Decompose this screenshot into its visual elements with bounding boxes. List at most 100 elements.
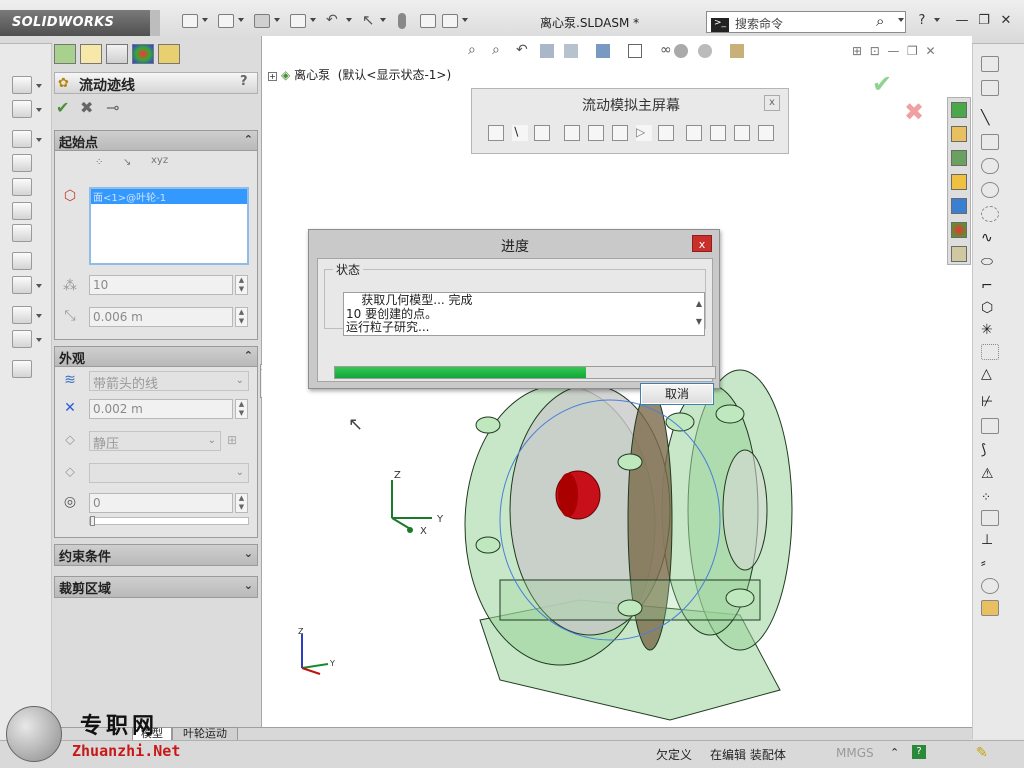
constraints-group[interactable]: 约束条件 ⌄ xyxy=(54,544,258,566)
file-properties-icon[interactable] xyxy=(420,14,436,28)
chevron-up-icon[interactable]: ⌃ xyxy=(890,746,899,759)
show-hidden-icon[interactable] xyxy=(12,202,32,220)
display-style-icon[interactable] xyxy=(628,44,642,58)
text-icon[interactable]: △ xyxy=(981,366,999,382)
chevron-down-icon[interactable] xyxy=(238,18,244,22)
goals-icon[interactable] xyxy=(710,125,726,141)
help-icon[interactable]: ? xyxy=(240,74,256,90)
chevron-down-icon[interactable] xyxy=(36,108,42,112)
distance-spinner[interactable]: ▲ ▼ xyxy=(235,307,248,327)
check-geometry-icon[interactable] xyxy=(734,125,750,141)
hide-show-items-icon[interactable]: ∞ xyxy=(660,42,672,58)
number-of-points-field[interactable]: 10 xyxy=(89,275,233,295)
slot-icon[interactable] xyxy=(981,158,999,174)
load-results-icon[interactable] xyxy=(686,125,702,141)
units-selector[interactable]: MMGS xyxy=(836,746,874,760)
scenes-tab-icon[interactable] xyxy=(951,222,967,238)
move-entities-icon[interactable] xyxy=(981,510,999,526)
exploded-view-icon[interactable] xyxy=(12,306,32,324)
collapse-chevron-icon[interactable]: ⌃ xyxy=(244,133,253,146)
transparency-slider[interactable] xyxy=(89,516,249,526)
menu-expander[interactable] xyxy=(150,10,160,36)
distance-field[interactable]: 0.006 m xyxy=(89,307,233,327)
view-split-icon[interactable]: ⊡ xyxy=(870,44,880,58)
solidworks-logo[interactable]: SOLIDWORKS xyxy=(0,10,150,36)
display-relations-icon[interactable]: ⊥ xyxy=(981,532,999,548)
run-icon[interactable]: ▷ xyxy=(636,125,652,141)
custom-properties-tab-icon[interactable] xyxy=(951,246,967,262)
circle-icon[interactable] xyxy=(981,182,999,198)
cancel-x-icon[interactable]: ✖ xyxy=(80,98,93,117)
chevron-down-icon[interactable] xyxy=(380,18,386,22)
general-settings-icon[interactable] xyxy=(564,125,580,141)
mirror-icon[interactable]: ⚠ xyxy=(981,466,999,482)
chevron-down-icon[interactable] xyxy=(36,84,42,88)
linear-sketch-pattern-icon[interactable]: ⁘ xyxy=(981,490,999,506)
rectangle-icon[interactable] xyxy=(981,134,999,150)
chevron-down-icon[interactable] xyxy=(346,18,352,22)
previous-view-icon[interactable]: ↶ xyxy=(516,42,528,58)
chevron-down-icon[interactable] xyxy=(934,18,940,22)
minimize-window-button[interactable]: — xyxy=(954,13,970,29)
view-palette-tab-icon[interactable] xyxy=(951,174,967,190)
save-icon[interactable] xyxy=(254,14,270,28)
flyout-feature-tree[interactable]: + ◈ 离心泵 (默认<显示状态-1>) xyxy=(268,66,451,83)
computational-domain-icon[interactable] xyxy=(588,125,604,141)
point-icon[interactable]: ✳ xyxy=(981,322,999,338)
chevron-down-icon[interactable] xyxy=(36,314,42,318)
open-folder-icon[interactable] xyxy=(218,14,234,28)
configuration-manager-tab[interactable] xyxy=(106,44,128,64)
status-log[interactable]: 获取几何模型... 完成 10 要创建的点。 运行粒子研究... ▲ ▼ xyxy=(343,292,705,336)
sketch-icon[interactable] xyxy=(981,56,999,72)
linear-pattern-icon[interactable] xyxy=(12,276,32,294)
start-points-header[interactable]: 起始点 xyxy=(55,131,257,151)
close-view-icon[interactable]: ✕ xyxy=(925,44,935,58)
parameter-settings-icon[interactable]: ⊞ xyxy=(227,433,237,447)
zoom-to-area-icon[interactable]: ⌕ xyxy=(492,42,500,58)
clipping-group[interactable]: 裁剪区域 ⌄ xyxy=(54,576,258,598)
rapid-sketch-icon[interactable] xyxy=(981,600,999,616)
resources-tab-icon[interactable] xyxy=(951,102,967,118)
chevron-down-icon[interactable] xyxy=(202,18,208,22)
options-icon[interactable] xyxy=(442,14,458,28)
ellipse-icon[interactable]: ⬭ xyxy=(981,254,999,270)
tag-icon[interactable]: ✎ xyxy=(976,745,988,761)
width-spinner[interactable]: ▲ ▼ xyxy=(235,399,248,419)
display-manager-tab[interactable] xyxy=(132,44,154,64)
explode-line-sketch-icon[interactable] xyxy=(12,330,32,348)
line-width-field[interactable]: 0.002 m xyxy=(89,399,233,419)
print-icon[interactable] xyxy=(290,14,306,28)
dynamic-annotation-icon[interactable] xyxy=(564,44,578,58)
appearances-tab-icon[interactable] xyxy=(951,198,967,214)
expand-icon[interactable]: + xyxy=(268,72,277,81)
mesh-icon[interactable] xyxy=(612,125,628,141)
search-icon[interactable]: ⌕ xyxy=(876,12,884,30)
mate-icon[interactable] xyxy=(12,100,32,118)
centerline-icon[interactable] xyxy=(981,344,999,360)
cancel-button[interactable]: 取消 xyxy=(640,383,714,405)
clone-project-icon[interactable] xyxy=(534,125,550,141)
scrollbar[interactable]: ▲ ▼ xyxy=(696,295,702,331)
section-view-icon[interactable] xyxy=(540,44,554,58)
chevron-down-icon[interactable] xyxy=(274,18,280,22)
confirm-check-icon[interactable]: ✔ xyxy=(872,70,892,98)
design-library-tab-icon[interactable] xyxy=(951,126,967,142)
pushpin-icon[interactable]: ⊸ xyxy=(106,98,119,117)
appearance-header[interactable]: 外观 xyxy=(55,347,257,367)
results-grid-icon[interactable] xyxy=(658,125,674,141)
smart-fasteners-icon[interactable] xyxy=(12,154,32,172)
close-window-button[interactable]: ✕ xyxy=(998,13,1014,29)
restore-view-icon[interactable]: ❐ xyxy=(907,44,918,58)
pump-model[interactable] xyxy=(440,350,800,730)
minimize-view-icon[interactable]: — xyxy=(887,44,899,58)
color-by-select[interactable]: 静压 ⌄ xyxy=(89,431,221,452)
insert-component-icon[interactable] xyxy=(12,76,32,94)
trim-icon[interactable]: ⊬ xyxy=(981,394,999,410)
spline-icon[interactable]: ∿ xyxy=(981,230,999,246)
draw-style-select[interactable]: 带箭头的线 ⌄ xyxy=(89,371,249,392)
repair-sketch-icon[interactable]: ⸗ xyxy=(981,554,999,571)
pick-points-icon[interactable]: ⁘ xyxy=(95,157,103,168)
expand-chevron-icon[interactable]: ⌄ xyxy=(244,579,253,592)
start-faces-list[interactable]: 面<1>@叶轮-1 xyxy=(89,187,249,265)
move-component-icon[interactable] xyxy=(12,178,32,196)
